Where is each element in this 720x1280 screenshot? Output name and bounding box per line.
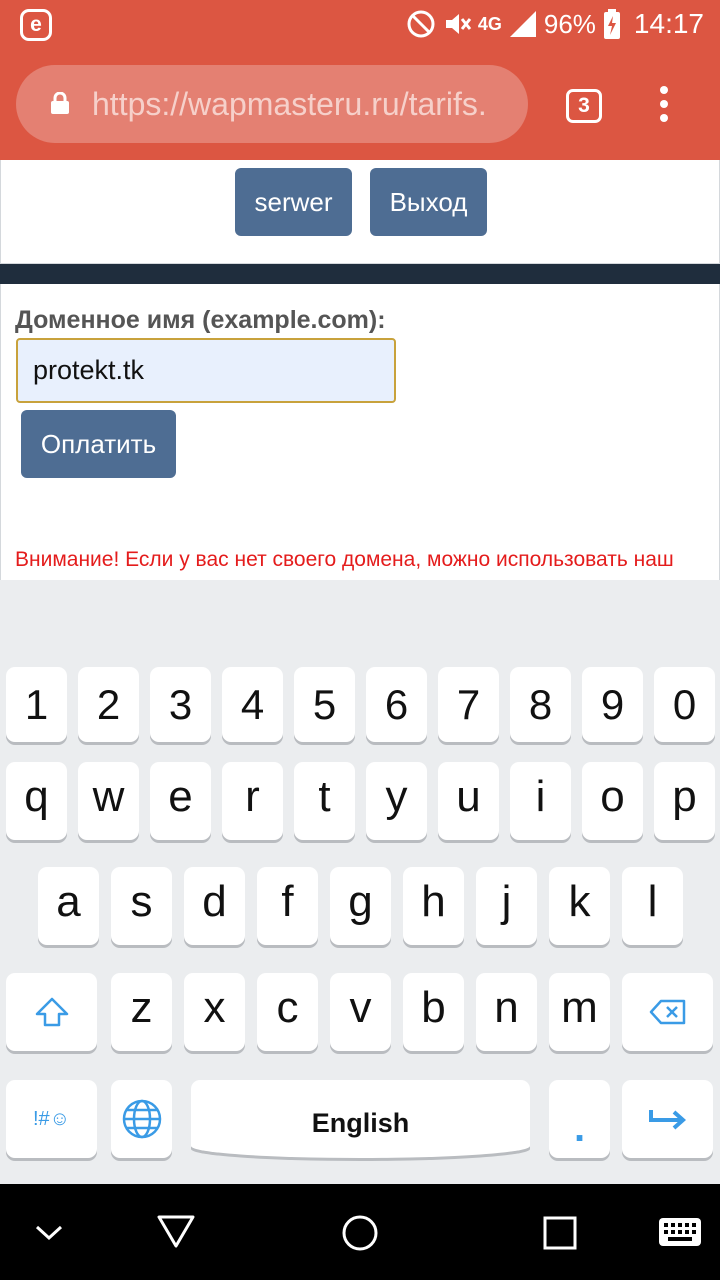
key-y[interactable]: y xyxy=(366,762,427,840)
warning-text: Внимание! Если у вас нет своего домена, … xyxy=(15,548,674,571)
domain-input[interactable]: protekt.tk xyxy=(16,338,396,403)
key-k[interactable]: k xyxy=(549,867,610,945)
hide-keyboard-icon[interactable] xyxy=(34,1221,64,1243)
system-nav-bar xyxy=(0,1184,720,1280)
key-h[interactable]: h xyxy=(403,867,464,945)
battery-charging-icon xyxy=(603,9,620,39)
key-p[interactable]: p xyxy=(654,762,715,840)
back-icon[interactable] xyxy=(156,1213,196,1251)
do-not-disturb-icon xyxy=(407,10,435,38)
key-r[interactable]: r xyxy=(222,762,283,840)
key-2[interactable]: 2 xyxy=(78,667,139,742)
key-f[interactable]: f xyxy=(257,867,318,945)
app-notification-icon: e xyxy=(20,9,52,41)
key-b[interactable]: b xyxy=(403,973,464,1051)
key-m[interactable]: m xyxy=(549,973,610,1051)
pay-button[interactable]: Оплатить xyxy=(21,410,176,478)
key-j[interactable]: j xyxy=(476,867,537,945)
key-8[interactable]: 8 xyxy=(510,667,571,742)
browser-toolbar: https://wapmasteru.ru/tarifs. 3 xyxy=(0,48,720,160)
key-s[interactable]: s xyxy=(111,867,172,945)
key-4[interactable]: 4 xyxy=(222,667,283,742)
overflow-menu-icon[interactable] xyxy=(654,86,674,126)
key-u[interactable]: u xyxy=(438,762,499,840)
key-e[interactable]: e xyxy=(150,762,211,840)
backspace-icon xyxy=(649,999,685,1025)
key-c[interactable]: c xyxy=(257,973,318,1051)
battery-percent: 96% xyxy=(543,8,596,39)
key-0[interactable]: 0 xyxy=(654,667,715,742)
key-z[interactable]: z xyxy=(111,973,172,1051)
key-6[interactable]: 6 xyxy=(366,667,427,742)
key-o[interactable]: o xyxy=(582,762,643,840)
language-key[interactable] xyxy=(111,1080,172,1158)
key-x[interactable]: x xyxy=(184,973,245,1051)
recent-apps-icon[interactable] xyxy=(542,1215,578,1251)
serwer-button[interactable]: serwer xyxy=(235,168,352,236)
enter-arrow-icon xyxy=(648,1110,686,1130)
key-a[interactable]: a xyxy=(38,867,99,945)
domain-form: Доменное имя (example.com): protekt.tk О… xyxy=(0,284,720,580)
key-7[interactable]: 7 xyxy=(438,667,499,742)
mute-icon xyxy=(445,14,472,34)
clock: 14:17 xyxy=(633,8,704,39)
address-bar[interactable]: https://wapmasteru.ru/tarifs. xyxy=(16,65,528,143)
key-5[interactable]: 5 xyxy=(294,667,355,742)
divider-band xyxy=(0,264,720,284)
on-screen-keyboard: 1 2 3 4 5 6 7 8 9 0 q w e r t y u i o p … xyxy=(0,580,720,1184)
key-v[interactable]: v xyxy=(330,973,391,1051)
globe-icon xyxy=(122,1099,161,1139)
web-page: serwer Выход Доменное имя (example.com):… xyxy=(0,160,720,580)
tab-switcher-button[interactable]: 3 xyxy=(566,89,602,123)
space-key[interactable]: English xyxy=(191,1080,530,1158)
key-l[interactable]: l xyxy=(622,867,683,945)
lock-icon xyxy=(51,92,69,114)
key-i[interactable]: i xyxy=(510,762,571,840)
shift-icon xyxy=(35,997,68,1027)
backspace-key[interactable] xyxy=(622,973,713,1051)
symbols-key[interactable]: !#☺ xyxy=(6,1080,97,1158)
key-d[interactable]: d xyxy=(184,867,245,945)
key-q[interactable]: q xyxy=(6,762,67,840)
period-key[interactable]: . xyxy=(549,1080,610,1158)
key-1[interactable]: 1 xyxy=(6,667,67,742)
top-button-bar: serwer Выход xyxy=(0,160,720,264)
status-bar: e 4G 96% 14:17 xyxy=(0,0,720,48)
enter-key[interactable] xyxy=(622,1080,713,1158)
domain-label: Доменное имя (example.com): xyxy=(15,306,386,334)
logout-button[interactable]: Выход xyxy=(370,168,487,236)
key-9[interactable]: 9 xyxy=(582,667,643,742)
home-icon[interactable] xyxy=(340,1213,380,1253)
network-type: 4G xyxy=(477,13,502,34)
key-g[interactable]: g xyxy=(330,867,391,945)
signal-icon xyxy=(509,11,536,37)
key-w[interactable]: w xyxy=(78,762,139,840)
key-3[interactable]: 3 xyxy=(150,667,211,742)
shift-key[interactable] xyxy=(6,973,97,1051)
keyboard-switch-icon[interactable] xyxy=(658,1217,702,1247)
key-n[interactable]: n xyxy=(476,973,537,1051)
key-t[interactable]: t xyxy=(294,762,355,840)
url-text: https://wapmasteru.ru/tarifs. xyxy=(92,86,487,122)
